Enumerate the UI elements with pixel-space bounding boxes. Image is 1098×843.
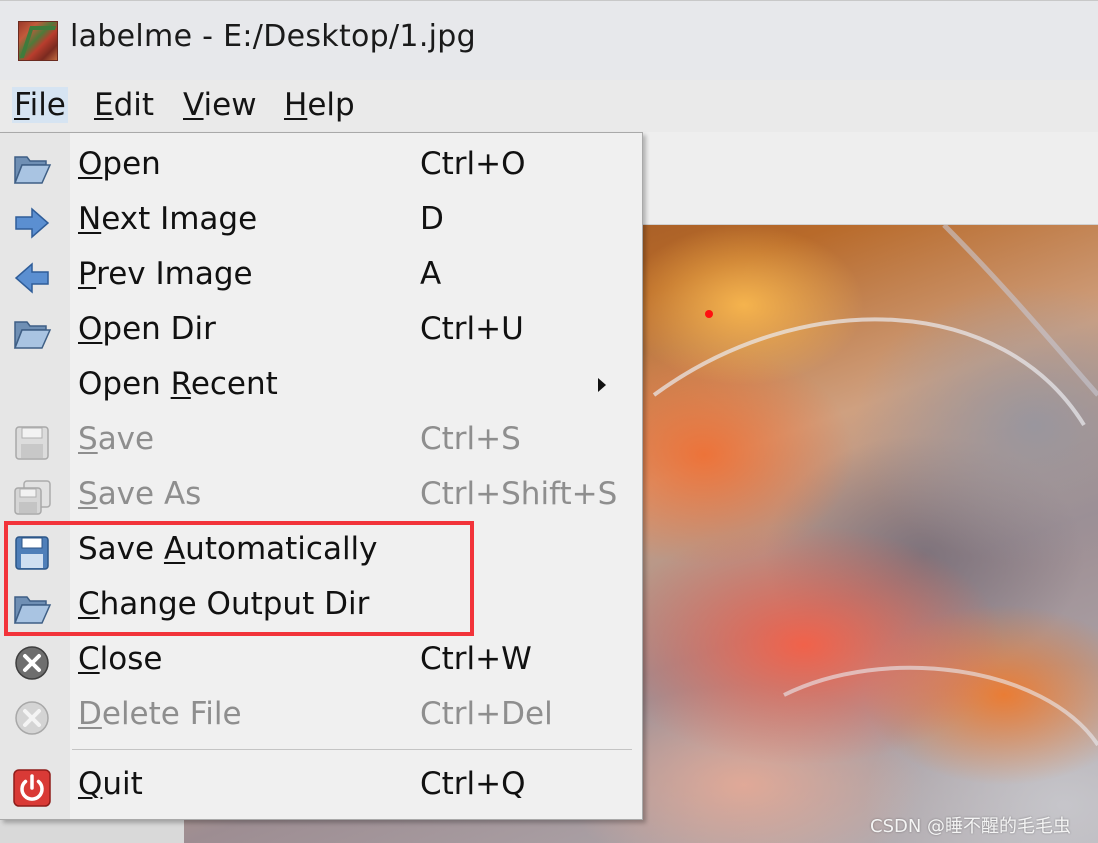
menu-item-prev-image[interactable]: Prev Image A xyxy=(0,250,642,305)
shortcut-next-image: D xyxy=(420,201,444,237)
floppy-disk-icon xyxy=(15,426,49,460)
annotation-point[interactable] xyxy=(705,310,713,318)
menu-item-open-dir[interactable]: Open Dir Ctrl+U xyxy=(0,305,642,360)
watermark-text: CSDN @睡不醒的毛毛虫 xyxy=(870,816,1072,837)
shortcut-close: Ctrl+W xyxy=(420,641,532,677)
menu-item-save-as[interactable]: Save As Ctrl+Shift+S xyxy=(0,470,642,525)
menu-bar: File Edit View Help xyxy=(0,80,1098,133)
shortcut-open: Ctrl+O xyxy=(420,146,526,182)
file-menu-dropdown: Open Ctrl+O Next Image D Prev Image A Op… xyxy=(0,132,643,820)
arrow-left-icon xyxy=(14,262,49,294)
toolbar-area xyxy=(640,132,1098,225)
folder-open-icon xyxy=(13,156,52,184)
window-title: labelme - E:/Desktop/1.jpg xyxy=(70,19,476,54)
shortcut-save-as: Ctrl+Shift+S xyxy=(420,476,618,512)
menu-item-open-recent[interactable]: Open Recent xyxy=(0,360,642,415)
menu-help[interactable]: Help xyxy=(282,87,357,123)
menu-item-close[interactable]: Close Ctrl+W xyxy=(0,635,642,690)
menu-item-delete-file[interactable]: Delete File Ctrl+Del xyxy=(0,690,642,745)
folder-open-icon xyxy=(13,321,52,349)
menu-separator xyxy=(72,749,632,750)
arrow-right-icon xyxy=(15,207,50,239)
menu-item-open[interactable]: Open Ctrl+O xyxy=(0,140,642,195)
shortcut-delete-file: Ctrl+Del xyxy=(420,696,553,732)
highlight-annotation-box xyxy=(4,521,474,636)
menu-file[interactable]: File xyxy=(12,87,68,123)
shortcut-open-dir: Ctrl+U xyxy=(420,311,524,347)
menu-view[interactable]: View xyxy=(181,87,259,123)
labelme-app-icon xyxy=(18,21,58,61)
submenu-arrow-icon xyxy=(598,378,606,392)
power-icon xyxy=(13,769,51,807)
shortcut-quit: Ctrl+Q xyxy=(420,766,526,802)
menu-edit[interactable]: Edit xyxy=(92,87,156,123)
shortcut-save: Ctrl+S xyxy=(420,421,521,457)
floppy-disks-icon xyxy=(14,480,51,515)
menu-item-quit[interactable]: Quit Ctrl+Q xyxy=(0,760,642,815)
close-circle-icon xyxy=(15,646,49,680)
title-bar: labelme - E:/Desktop/1.jpg xyxy=(0,0,1098,81)
menu-item-save[interactable]: Save Ctrl+S xyxy=(0,415,642,470)
menu-item-next-image[interactable]: Next Image D xyxy=(0,195,642,250)
shortcut-prev-image: A xyxy=(420,256,442,292)
close-circle-icon xyxy=(15,701,49,735)
